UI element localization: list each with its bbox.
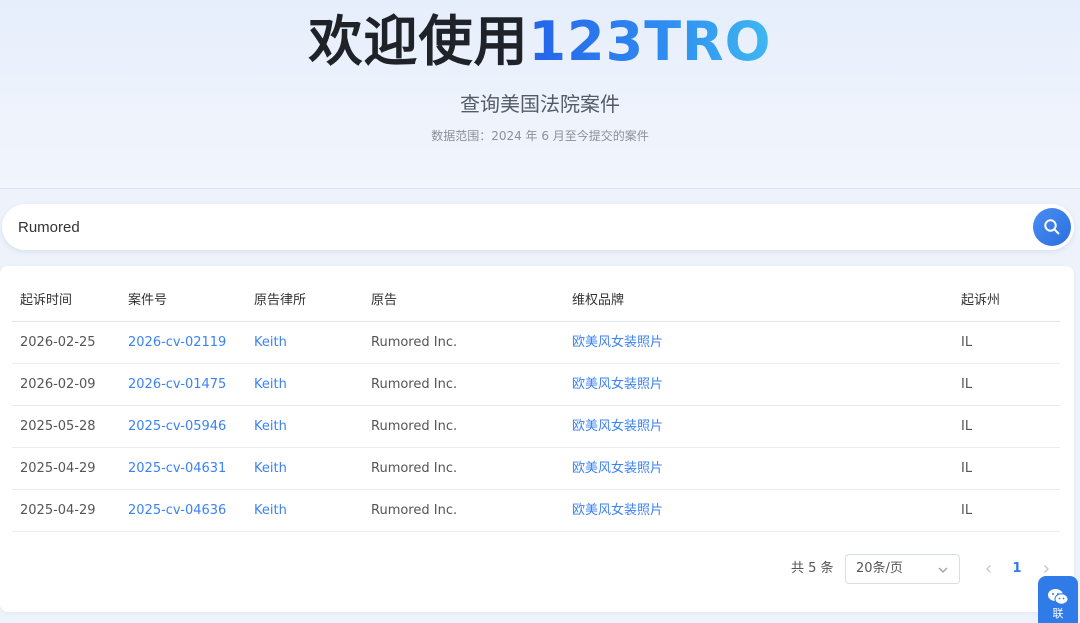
table-row: 2025-04-29 2025-cv-04631 Keith Rumored I…: [12, 448, 1060, 490]
col-header-plaintiff: 原告: [371, 293, 398, 308]
col-header-brand: 维权品牌: [572, 293, 625, 308]
search-input[interactable]: [18, 204, 1008, 250]
filing-date: 2026-02-25: [20, 335, 96, 350]
law-firm-link[interactable]: Keith: [254, 322, 287, 364]
search-bar: [2, 204, 1074, 250]
case-number-link[interactable]: 2026-cv-02119: [128, 322, 226, 364]
col-header-state: 起诉州: [961, 293, 1001, 308]
data-range-note: 数据范围：2024 年 6 月至今提交的案件: [431, 129, 649, 143]
brand-link[interactable]: 欧美风女装照片: [572, 322, 663, 364]
contact-chat-button[interactable]: 联: [1038, 576, 1078, 623]
plaintiff: Rumored Inc.: [371, 503, 458, 518]
table-row: 2026-02-09 2026-cv-01475 Keith Rumored I…: [12, 364, 1060, 406]
law-firm-link[interactable]: Keith: [254, 406, 287, 448]
page-subtitle: 查询美国法院案件: [460, 92, 620, 116]
filing-date: 2025-05-28: [20, 419, 96, 434]
case-number-link[interactable]: 2025-cv-05946: [128, 406, 226, 448]
col-header-filing-date: 起诉时间: [20, 293, 73, 308]
law-firm-link[interactable]: Keith: [254, 364, 287, 406]
filing-date: 2025-04-29: [20, 503, 96, 518]
plaintiff: Rumored Inc.: [371, 461, 458, 476]
filing-state: IL: [961, 335, 973, 350]
plaintiff: Rumored Inc.: [371, 335, 458, 350]
brand-link[interactable]: 欧美风女装照片: [572, 448, 663, 490]
filing-date: 2026-02-09: [20, 377, 96, 392]
search-button[interactable]: [1033, 208, 1071, 246]
wechat-icon: [1048, 589, 1069, 605]
plaintiff: Rumored Inc.: [371, 377, 458, 392]
title-prefix: 欢迎使用: [308, 10, 529, 73]
table-row: 2025-05-28 2025-cv-05946 Keith Rumored I…: [12, 406, 1060, 448]
table-header: 起诉时间 案件号 原告律所 原告 维权品牌 起诉州: [12, 280, 1060, 322]
case-number-link[interactable]: 2026-cv-01475: [128, 364, 226, 406]
hero-banner: 欢迎使用123TRO 查询美国法院案件 数据范围：2024 年 6 月至今提交的…: [0, 0, 1080, 189]
table-row: 2025-04-29 2025-cv-04636 Keith Rumored I…: [12, 490, 1060, 532]
case-number-link[interactable]: 2025-cv-04636: [128, 490, 226, 532]
total-count: 共 5 条: [791, 561, 834, 576]
brand-link[interactable]: 欧美风女装照片: [572, 490, 663, 532]
filing-state: IL: [961, 503, 973, 518]
brand-name: 123TRO: [528, 10, 772, 73]
page-size-select[interactable]: 20条/页: [845, 554, 960, 584]
results-table: 起诉时间 案件号 原告律所 原告 维权品牌 起诉州 2026-02-25 202…: [12, 280, 1060, 532]
law-firm-link[interactable]: Keith: [254, 448, 287, 490]
page-number-button[interactable]: 1: [1009, 554, 1025, 584]
chevron-down-icon: [938, 567, 948, 573]
page-title: 欢迎使用123TRO: [0, 10, 1080, 74]
brand-link[interactable]: 欧美风女装照片: [572, 406, 663, 448]
brand-link[interactable]: 欧美风女装照片: [572, 364, 663, 406]
chevron-right-icon: [1044, 565, 1049, 573]
col-header-case-number: 案件号: [128, 293, 168, 308]
filing-date: 2025-04-29: [20, 461, 96, 476]
filing-state: IL: [961, 461, 973, 476]
filing-state: IL: [961, 377, 973, 392]
prev-page-button[interactable]: [981, 554, 997, 584]
search-icon: [1044, 219, 1060, 235]
case-number-link[interactable]: 2025-cv-04631: [128, 448, 226, 490]
filing-state: IL: [961, 419, 973, 434]
page-size-value: 20条/页: [856, 561, 903, 576]
pagination: 共 5 条 20条/页 1: [0, 554, 1074, 584]
chat-label: 联: [1052, 607, 1064, 620]
col-header-law-firm: 原告律所: [254, 293, 307, 308]
law-firm-link[interactable]: Keith: [254, 490, 287, 532]
results-card: 起诉时间 案件号 原告律所 原告 维权品牌 起诉州 2026-02-25 202…: [0, 266, 1074, 612]
table-row: 2026-02-25 2026-cv-02119 Keith Rumored I…: [12, 322, 1060, 364]
plaintiff: Rumored Inc.: [371, 419, 458, 434]
chevron-left-icon: [986, 565, 991, 573]
